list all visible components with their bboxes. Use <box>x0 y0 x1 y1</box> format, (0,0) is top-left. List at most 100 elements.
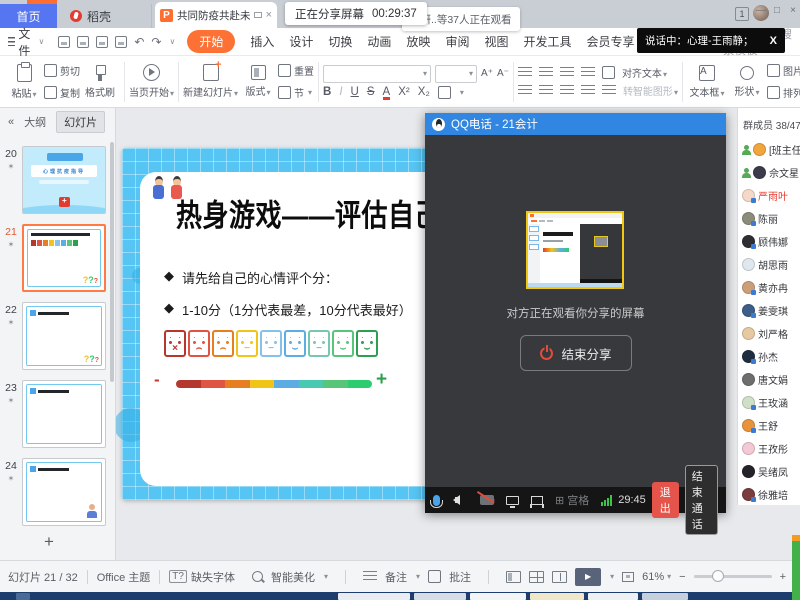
microphone-icon[interactable] <box>433 495 440 506</box>
comments-button[interactable]: 批注 <box>449 569 471 585</box>
section-button[interactable]: 节▾ <box>278 84 314 102</box>
print-icon[interactable] <box>96 36 108 48</box>
member-row[interactable]: 唐文娟 <box>738 368 800 391</box>
redo-icon[interactable]: ↷ <box>151 35 161 49</box>
superscript-button[interactable]: X² <box>398 86 410 98</box>
save-icon[interactable] <box>58 36 70 48</box>
strikethrough-button[interactable]: S <box>367 86 375 98</box>
arrange-button[interactable]: 排列▾ <box>767 84 800 102</box>
thumbnails-scrollbar[interactable] <box>110 142 114 382</box>
member-row[interactable]: 王玫涵 <box>738 391 800 414</box>
taskbar-item[interactable] <box>414 593 466 600</box>
member-row[interactable]: 王舒 <box>738 414 800 437</box>
justify-icon[interactable] <box>581 85 595 96</box>
member-row[interactable]: 吴绪凤 <box>738 460 800 483</box>
maximize-icon[interactable]: □ <box>772 5 782 16</box>
close-window-icon[interactable]: × <box>788 5 798 16</box>
windows-taskbar[interactable] <box>0 592 800 600</box>
undo-icon[interactable]: ↶ <box>134 35 144 49</box>
exit-button[interactable]: 退出 <box>652 482 679 518</box>
font-color-button[interactable]: A <box>383 86 391 98</box>
notes-button[interactable]: 备注 <box>385 569 407 585</box>
align-center-icon[interactable] <box>539 85 553 96</box>
zoom-slider[interactable] <box>694 575 772 578</box>
member-row[interactable]: [班主任]心 <box>738 138 800 161</box>
export-icon[interactable] <box>77 36 89 48</box>
theme-name[interactable]: Office 主题 <box>97 569 151 585</box>
tab-slides[interactable]: 幻灯片 <box>56 111 105 133</box>
picture-button[interactable]: 图片▾ <box>767 62 800 80</box>
file-menu[interactable]: 文件 ∨ <box>0 25 52 59</box>
member-row[interactable]: 刘严格 <box>738 322 800 345</box>
taskbar-item[interactable] <box>642 593 688 600</box>
grow-font-button[interactable]: A⁺ <box>481 68 493 79</box>
ribbon-tab[interactable]: 开发工具 <box>523 33 571 50</box>
ribbon-tab[interactable]: 开始 <box>187 30 235 53</box>
slide-thumb-23[interactable]: 23 ✶ <box>0 380 110 448</box>
reading-view-icon[interactable] <box>552 571 567 583</box>
slide-bullet-1[interactable]: ◆ 请先给自己的心情评个分： <box>164 268 338 287</box>
tab-document-active[interactable]: P 共同防疫共赴未...班会PPT课件 × <box>155 2 277 28</box>
slide-sorter-view-icon[interactable] <box>529 571 544 583</box>
screen-share-preview[interactable] <box>526 211 624 289</box>
preview-icon[interactable] <box>115 36 127 48</box>
camera-off-icon[interactable] <box>480 495 494 505</box>
minimize-icon[interactable]: — <box>756 5 766 16</box>
fit-to-window-icon[interactable] <box>622 572 634 582</box>
ribbon-tab[interactable]: 放映 <box>406 33 430 50</box>
align-text-button[interactable]: 对齐文本▾ <box>622 65 667 80</box>
zoom-level[interactable]: 61% <box>642 571 664 583</box>
taskbar-item[interactable] <box>338 593 410 600</box>
new-slide-button[interactable]: 新建幻灯片▾ <box>183 59 238 105</box>
grid-view-button[interactable]: ⊞ 宫格 <box>555 492 589 508</box>
shrink-font-button[interactable]: A⁻ <box>497 68 509 79</box>
qq-title-bar[interactable]: QQ电话 - 21会计 <box>425 113 726 135</box>
zoom-in-button[interactable]: + <box>780 571 786 583</box>
shapes-button[interactable]: 形状▾ <box>727 59 767 105</box>
font-size-select[interactable]: ▾ <box>435 65 477 83</box>
beautify-button[interactable]: 智能美化 <box>271 569 315 585</box>
toast-close-icon[interactable]: X <box>770 35 777 47</box>
taskbar-item[interactable] <box>16 593 30 600</box>
bullet-list-icon[interactable] <box>518 67 532 78</box>
zoom-slider-knob[interactable] <box>712 570 724 582</box>
ribbon-tab[interactable]: 视图 <box>484 33 508 50</box>
member-row[interactable]: 胡思雨 <box>738 253 800 276</box>
ribbon-tab[interactable]: 设计 <box>289 33 313 50</box>
copy-button[interactable]: 复制 <box>44 84 80 102</box>
format-painter-button[interactable]: 格式刷 <box>80 59 120 105</box>
slideshow-button[interactable]: ▶ <box>575 568 601 586</box>
slide-thumb-22[interactable]: 22 ✶ ??? <box>0 302 110 370</box>
side-dock[interactable] <box>792 535 800 600</box>
end-call-button[interactable]: 结束通话 <box>685 465 718 535</box>
slide-thumb-24[interactable]: 24 ✶ <box>0 458 110 526</box>
italic-button[interactable]: I <box>339 86 342 98</box>
taskbar-item[interactable] <box>530 593 584 600</box>
align-left-icon[interactable] <box>518 85 532 96</box>
smart-graphic-button[interactable]: 转智能图形▾ <box>623 83 678 98</box>
member-row[interactable]: 徐雅培 <box>738 483 800 505</box>
tab-docer[interactable]: 稻壳 <box>60 4 152 28</box>
cut-button[interactable]: 剪切 <box>44 62 80 80</box>
notification-badge[interactable]: 1 <box>735 7 749 21</box>
add-slide-button[interactable]: + <box>44 532 54 552</box>
share-screen-icon[interactable] <box>506 496 519 505</box>
increase-indent-icon[interactable] <box>581 67 595 78</box>
line-spacing-icon[interactable] <box>602 85 616 96</box>
numbered-list-icon[interactable] <box>539 67 553 78</box>
tab-outline[interactable]: 大纲 <box>24 114 46 130</box>
font-family-select[interactable]: ▾ <box>323 65 431 83</box>
ribbon-tab[interactable]: 会员专享 <box>586 33 634 50</box>
zoom-out-button[interactable]: − <box>679 571 685 583</box>
member-row[interactable]: 王孜彤 <box>738 437 800 460</box>
member-row[interactable]: 顾伟娜 <box>738 230 800 253</box>
ribbon-tab[interactable]: 切换 <box>328 33 352 50</box>
more-icon[interactable]: ∨ <box>169 37 175 46</box>
slide-thumb-21-selected[interactable]: 21 ✶ ??? <box>0 224 110 292</box>
missing-font-label[interactable]: 缺失字体 <box>191 569 235 585</box>
align-right-icon[interactable] <box>560 85 574 96</box>
pin-icon[interactable] <box>254 12 262 18</box>
ribbon-tab[interactable]: 动画 <box>367 33 391 50</box>
decrease-indent-icon[interactable] <box>560 67 574 78</box>
qq-call-window[interactable]: QQ电话 - 21会计 对方正在观看你分享的屏幕 结束分享 ⊞ 宫格 29:45 <box>425 113 726 513</box>
